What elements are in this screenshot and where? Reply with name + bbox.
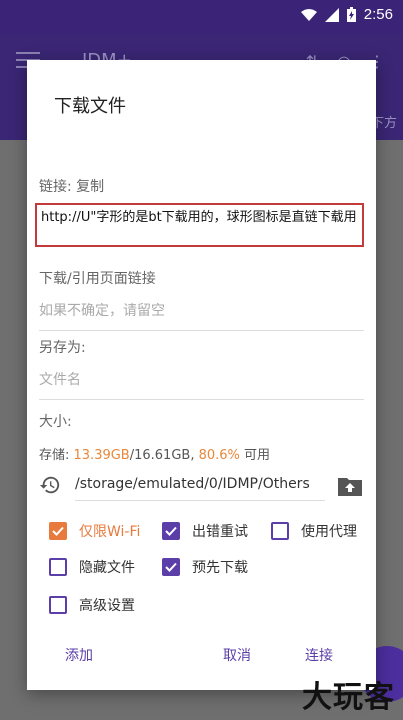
checkbox-icon[interactable] (162, 522, 180, 540)
history-icon[interactable] (39, 474, 61, 496)
signal-icon (324, 7, 339, 22)
option-label: 仅限Wi-Fi (79, 524, 141, 540)
save-path-input[interactable]: /storage/emulated/0/IDMP/Others (75, 476, 310, 492)
storage-used: 13.39GB (73, 448, 130, 463)
option-hidden-file[interactable]: 隐藏文件 (49, 557, 135, 577)
option-use-proxy[interactable]: 使用代理 (271, 521, 357, 541)
option-label: 出错重试 (192, 524, 248, 540)
save-as-label: 另存为: (39, 340, 86, 356)
option-advanced-settings[interactable]: 高级设置 (49, 595, 135, 615)
storage-info: 存储: 13.39GB/16.61GB, 80.6% 可用 (39, 444, 270, 463)
watermark-logo: 大玩客 (302, 680, 395, 715)
connect-button[interactable]: 连接 (305, 645, 333, 665)
option-pre-download[interactable]: 预先下载 (162, 557, 248, 577)
checkbox-icon[interactable] (49, 522, 67, 540)
status-bar: 2:56 (0, 0, 403, 34)
size-label: 大小: (39, 414, 72, 430)
storage-prefix: 存储: (39, 448, 74, 463)
cancel-button[interactable]: 取消 (223, 645, 251, 665)
checkbox-icon[interactable] (271, 522, 289, 540)
dialog-title: 下载文件 (54, 96, 126, 117)
status-time: 2:56 (363, 6, 393, 23)
save-path-underline (75, 500, 325, 501)
option-retry-on-error[interactable]: 出错重试 (162, 521, 248, 541)
referer-input[interactable]: 如果不确定，请留空 (39, 300, 364, 320)
option-label: 隐藏文件 (79, 560, 135, 576)
save-path-row: /storage/emulated/0/IDMP/Others (39, 471, 364, 501)
battery-icon (346, 7, 356, 22)
wifi-icon (300, 8, 317, 21)
save-as-field: 另存为: 文件名 (39, 337, 364, 400)
referer-label: 下载/引用页面链接 (39, 271, 156, 287)
link-label[interactable]: 链接: 复制 (39, 176, 104, 196)
storage-total: /16.61GB, (129, 448, 199, 463)
url-input[interactable]: http://U"字形的是bt下载用的，球形图标是直链下载用 (35, 203, 364, 247)
referer-underline (39, 330, 364, 331)
status-icons: 2:56 (300, 6, 393, 23)
option-wifi-only[interactable]: 仅限Wi-Fi (49, 521, 140, 541)
checkbox-icon[interactable] (49, 558, 67, 576)
filename-underline (39, 399, 364, 400)
download-dialog: 下载文件 链接: 复制 http://U"字形的是bt下载用的，球形图标是直链下… (27, 60, 376, 690)
referer-field: 下载/引用页面链接 如果不确定，请留空 (39, 268, 364, 331)
checkbox-icon[interactable] (162, 558, 180, 576)
filename-input[interactable]: 文件名 (39, 369, 364, 389)
add-button[interactable]: 添加 (65, 645, 93, 665)
option-label: 使用代理 (301, 524, 357, 540)
option-label: 预先下载 (192, 560, 248, 576)
option-label: 高级设置 (79, 598, 135, 614)
checkbox-icon[interactable] (49, 596, 67, 614)
storage-suffix: 可用 (239, 448, 271, 463)
folder-upload-icon[interactable] (338, 476, 362, 496)
storage-percent: 80.6% (198, 448, 240, 463)
